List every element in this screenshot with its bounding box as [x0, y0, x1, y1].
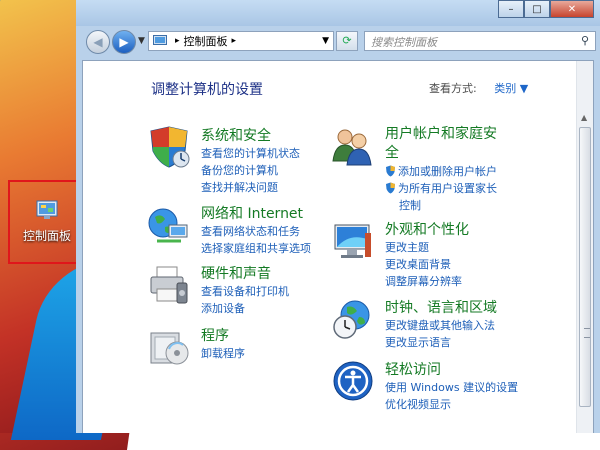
address-bar[interactable]: ▸ 控制面板 ▸ ▼: [148, 31, 334, 51]
link-screen-resolution[interactable]: 调整屏幕分辨率: [385, 273, 462, 290]
view-by-label: 查看方式:: [429, 82, 477, 95]
globe-network-icon[interactable]: [147, 203, 191, 247]
monitor-icon[interactable]: [331, 219, 375, 263]
link-optimize-display[interactable]: 优化视频显示: [385, 396, 518, 413]
refresh-icon: ⟳: [342, 34, 352, 47]
caption-buttons: – □ ✕: [498, 0, 594, 18]
breadcrumb-separator-trailing[interactable]: ▸: [232, 36, 237, 46]
address-dropdown-icon[interactable]: ▼: [322, 36, 329, 46]
link-add-device[interactable]: 添加设备: [201, 300, 289, 317]
control-panel-icon: [36, 200, 58, 219]
link-add-remove-user[interactable]: 添加或删除用户帐户: [385, 163, 497, 180]
category-title-programs[interactable]: 程序: [201, 325, 229, 345]
category-title-network-internet[interactable]: 网络和 Internet: [201, 203, 303, 223]
category-title-system-security[interactable]: 系统和安全: [201, 125, 271, 145]
scroll-up-icon[interactable]: ▲: [581, 113, 587, 122]
clock-globe-icon[interactable]: [331, 297, 375, 341]
breadcrumb-separator[interactable]: ▸: [175, 36, 180, 46]
link-backup-computer[interactable]: 备份您的计算机: [201, 162, 300, 179]
scrollbar-thumb[interactable]: [579, 127, 591, 407]
minimize-button[interactable]: –: [498, 0, 524, 18]
search-placeholder: 搜索控制面板: [371, 36, 437, 49]
users-icon[interactable]: [331, 125, 375, 169]
history-dropdown-icon[interactable]: ▼: [138, 36, 145, 46]
link-windows-recommended[interactable]: 使用 Windows 建议的设置: [385, 379, 518, 396]
link-change-display-language[interactable]: 更改显示语言: [385, 334, 495, 351]
forward-arrow-icon: ▶: [119, 35, 129, 49]
view-by: 查看方式: 类别 ▼: [429, 80, 528, 96]
printer-icon[interactable]: [147, 263, 191, 307]
category-title-user-accounts-line2[interactable]: 全: [385, 145, 399, 161]
forward-button[interactable]: ▶: [112, 30, 136, 54]
desktop-icon-control-panel[interactable]: 控制面板: [8, 180, 86, 264]
navigation-bar: ◀ ▶ ▼ ▸ 控制面板 ▸ ▼ ⟳ 搜索控制面板 ⚲: [82, 28, 596, 56]
link-change-keyboard[interactable]: 更改键盘或其他输入法: [385, 317, 495, 334]
content-pane: 调整计算机的设置 查看方式: 类别 ▼ 系统和安全 查看您的计算机状态 备份您的…: [82, 60, 594, 433]
maximize-button[interactable]: □: [524, 0, 550, 18]
control-panel-window: – □ ✕ ◀ ▶ ▼ ▸ 控制面板 ▸ ▼ ⟳ 搜索控制面板 ⚲ 调整计算机的…: [76, 0, 600, 433]
back-arrow-icon: ◀: [93, 35, 103, 49]
link-change-theme[interactable]: 更改主题: [385, 239, 462, 256]
link-parental-controls-label[interactable]: 为所有用户设置家长: [398, 182, 497, 195]
category-title-user-accounts-line1[interactable]: 用户帐户和家庭安: [385, 126, 497, 142]
link-view-computer-status[interactable]: 查看您的计算机状态: [201, 145, 300, 162]
category-title-hardware-sound[interactable]: 硬件和声音: [201, 263, 271, 283]
shield-icon[interactable]: [147, 125, 191, 169]
category-title-ease-of-access[interactable]: 轻松访问: [385, 359, 441, 379]
link-change-background[interactable]: 更改桌面背景: [385, 256, 462, 273]
desktop-icon-label: 控制面板: [22, 229, 71, 243]
refresh-button[interactable]: ⟳: [336, 31, 358, 51]
link-parental-controls-cont[interactable]: 控制: [385, 197, 497, 214]
link-parental-controls[interactable]: 为所有用户设置家长: [385, 180, 497, 197]
link-homegroup-sharing[interactable]: 选择家庭组和共享选项: [201, 240, 311, 257]
link-devices-printers[interactable]: 查看设备和打印机: [201, 283, 289, 300]
breadcrumb-control-panel[interactable]: 控制面板: [184, 33, 228, 49]
search-icon[interactable]: ⚲: [581, 34, 589, 47]
scrollbar-grip-icon: [584, 328, 590, 338]
back-button[interactable]: ◀: [86, 30, 110, 54]
link-find-fix-problems[interactable]: 查找并解决问题: [201, 179, 300, 196]
link-add-remove-user-label[interactable]: 添加或删除用户帐户: [398, 165, 497, 178]
close-button[interactable]: ✕: [550, 0, 594, 18]
uac-shield-icon: [386, 182, 395, 194]
control-panel-small-icon: [153, 35, 167, 45]
title-bar: – □ ✕: [76, 0, 600, 26]
category-title-clock-language[interactable]: 时钟、语言和区域: [385, 297, 497, 317]
link-view-network-status[interactable]: 查看网络状态和任务: [201, 223, 311, 240]
link-uninstall-program[interactable]: 卸载程序: [201, 345, 245, 362]
programs-icon[interactable]: [147, 325, 191, 369]
search-input[interactable]: 搜索控制面板 ⚲: [364, 31, 596, 51]
view-by-dropdown[interactable]: 类别 ▼: [494, 82, 528, 95]
category-title-user-accounts[interactable]: 用户帐户和家庭安 全: [385, 125, 497, 163]
page-title: 调整计算机的设置: [151, 82, 263, 98]
accessibility-icon[interactable]: [331, 359, 375, 403]
uac-shield-icon: [386, 165, 395, 177]
category-title-appearance[interactable]: 外观和个性化: [385, 219, 469, 239]
vertical-scrollbar[interactable]: ▲: [576, 61, 593, 433]
